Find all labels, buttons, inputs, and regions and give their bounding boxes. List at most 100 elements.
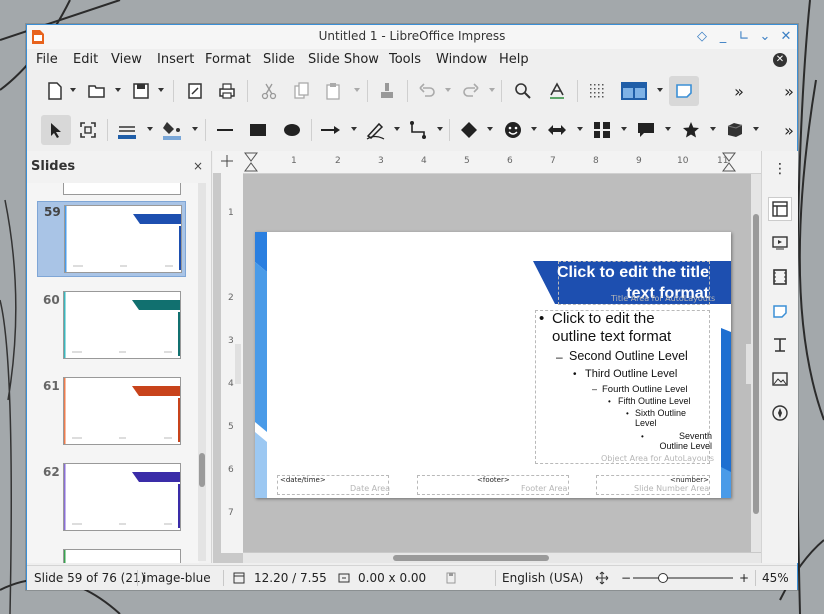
editor-horizontal-scrollbar[interactable]: [243, 553, 761, 563]
line-color-icon[interactable]: [115, 118, 139, 142]
close-icon[interactable]: ✕: [779, 27, 793, 45]
print-icon[interactable]: [215, 79, 239, 103]
ruler-number: 3: [228, 336, 234, 346]
menu-window[interactable]: Window: [436, 52, 487, 67]
basic-shapes-icon[interactable]: [457, 118, 481, 142]
slide-thumbnail[interactable]: [63, 183, 181, 195]
zoom-slider-handle[interactable]: [658, 573, 668, 583]
slide-item-62[interactable]: [63, 463, 181, 531]
outline-bullet: •: [573, 369, 577, 380]
animation-icon[interactable]: [768, 265, 792, 289]
date-field: <date/time>: [280, 476, 326, 484]
new-icon[interactable]: [43, 79, 67, 103]
document-modified-icon[interactable]: [445, 571, 457, 585]
restore-icon[interactable]: ⌄: [758, 27, 772, 45]
ellipse-icon[interactable]: [280, 118, 304, 142]
zoom-out-button[interactable]: −: [621, 571, 631, 585]
more-options-icon[interactable]: ⋮: [768, 157, 792, 181]
menu-slide[interactable]: Slide: [263, 52, 295, 67]
menu-slide-show[interactable]: Slide Show: [308, 52, 379, 67]
ruler-number: 6: [228, 465, 234, 475]
cursor-position-status: 12.20 / 7.55: [254, 571, 327, 585]
window-controls: ◇ _ ∟ ⌄ ✕: [695, 27, 793, 45]
slides-pane-close-icon[interactable]: ×: [193, 159, 203, 173]
ruler-number: 5: [228, 422, 234, 432]
position-icon: [233, 572, 245, 584]
menu-tools[interactable]: Tools: [389, 52, 421, 67]
curves-icon[interactable]: [363, 118, 387, 142]
connectors-icon[interactable]: [406, 118, 430, 142]
more-icon[interactable]: »: [777, 79, 801, 103]
menu-format[interactable]: Format: [205, 52, 251, 67]
rectangle-icon[interactable]: [246, 118, 270, 142]
open-icon[interactable]: [85, 79, 109, 103]
undo-icon[interactable]: [415, 79, 439, 103]
status-bar: Slide 59 of 76 (21) image-blue 12.20 / 7…: [27, 565, 797, 590]
minimize-icon[interactable]: _: [716, 27, 730, 45]
menu-insert[interactable]: Insert: [157, 52, 194, 67]
stars-icon[interactable]: [679, 118, 703, 142]
slide-thumbnail[interactable]: [63, 549, 181, 563]
slide-item-61[interactable]: [63, 377, 181, 445]
navigator-icon[interactable]: [768, 401, 792, 425]
menu-view[interactable]: View: [111, 52, 142, 67]
zoom-level[interactable]: 45%: [762, 571, 789, 585]
keep-above-icon[interactable]: ◇: [695, 27, 709, 45]
editor-vertical-scrollbar[interactable]: [751, 174, 761, 552]
display-views-icon[interactable]: [619, 79, 649, 103]
flowchart-icon[interactable]: [590, 118, 614, 142]
cut-icon[interactable]: [257, 79, 281, 103]
slide-item-60[interactable]: [63, 291, 181, 359]
menu-help[interactable]: Help: [499, 52, 529, 67]
save-icon[interactable]: [129, 79, 153, 103]
master-slides-icon[interactable]: [768, 299, 792, 323]
properties-icon[interactable]: [768, 197, 792, 221]
slides-scrollbar[interactable]: [198, 183, 206, 561]
ruler-number: 1: [228, 208, 234, 218]
master-slide-status[interactable]: image-blue: [143, 571, 211, 585]
find-icon[interactable]: [511, 79, 535, 103]
object-area-hint: Object Area for AutoLayouts: [601, 454, 715, 463]
more-icon[interactable]: »: [727, 79, 751, 103]
paste-icon[interactable]: [321, 79, 345, 103]
block-arrows-icon[interactable]: [545, 118, 569, 142]
3d-objects-icon[interactable]: [723, 118, 747, 142]
menu-edit[interactable]: Edit: [73, 52, 98, 67]
slide-59[interactable]: Click to edit the title text format Titl…: [255, 232, 731, 498]
horizontal-ruler[interactable]: 1 2 3 4 5 6 7 8 9 10 11: [243, 151, 761, 174]
zoom-pan-icon[interactable]: [76, 118, 100, 142]
menu-file[interactable]: File: [36, 52, 58, 67]
clone-formatting-icon[interactable]: [375, 79, 399, 103]
ruler-number: 3: [378, 156, 384, 166]
slide-transition-icon[interactable]: [768, 231, 792, 255]
outline-bullet: •: [626, 409, 629, 418]
symbol-shapes-icon[interactable]: [501, 118, 525, 142]
styles-icon[interactable]: [768, 333, 792, 357]
shade-icon[interactable]: ∟: [737, 27, 751, 45]
line-icon[interactable]: [213, 118, 237, 142]
fit-slide-icon[interactable]: [595, 571, 609, 585]
redo-icon[interactable]: [459, 79, 483, 103]
zoom-slider-track[interactable]: [633, 577, 733, 579]
export-pdf-icon[interactable]: [183, 79, 207, 103]
spelling-icon[interactable]: [545, 79, 569, 103]
copy-icon[interactable]: [289, 79, 313, 103]
ruler-number: 7: [228, 508, 234, 518]
slide-item-59[interactable]: 59: [37, 201, 186, 277]
grid-icon[interactable]: [585, 79, 609, 103]
lines-arrows-icon[interactable]: [319, 118, 343, 142]
more-icon[interactable]: »: [777, 118, 801, 142]
language-status[interactable]: English (USA): [502, 571, 583, 585]
collapse-left-pane-handle[interactable]: [235, 344, 241, 384]
close-document-icon[interactable]: ✕: [773, 53, 787, 67]
fill-color-icon[interactable]: [160, 118, 184, 142]
footer-area-hint: Footer Area: [521, 484, 568, 493]
select-icon[interactable]: [41, 115, 71, 145]
callouts-icon[interactable]: [634, 118, 658, 142]
slide-thumbnail: [64, 205, 182, 273]
zoom-in-button[interactable]: +: [739, 571, 749, 585]
gallery-icon[interactable]: [768, 367, 792, 391]
slide-canvas[interactable]: Click to edit the title text format Titl…: [235, 174, 761, 552]
presentation-icon[interactable]: [669, 76, 699, 106]
size-icon: [338, 573, 350, 583]
